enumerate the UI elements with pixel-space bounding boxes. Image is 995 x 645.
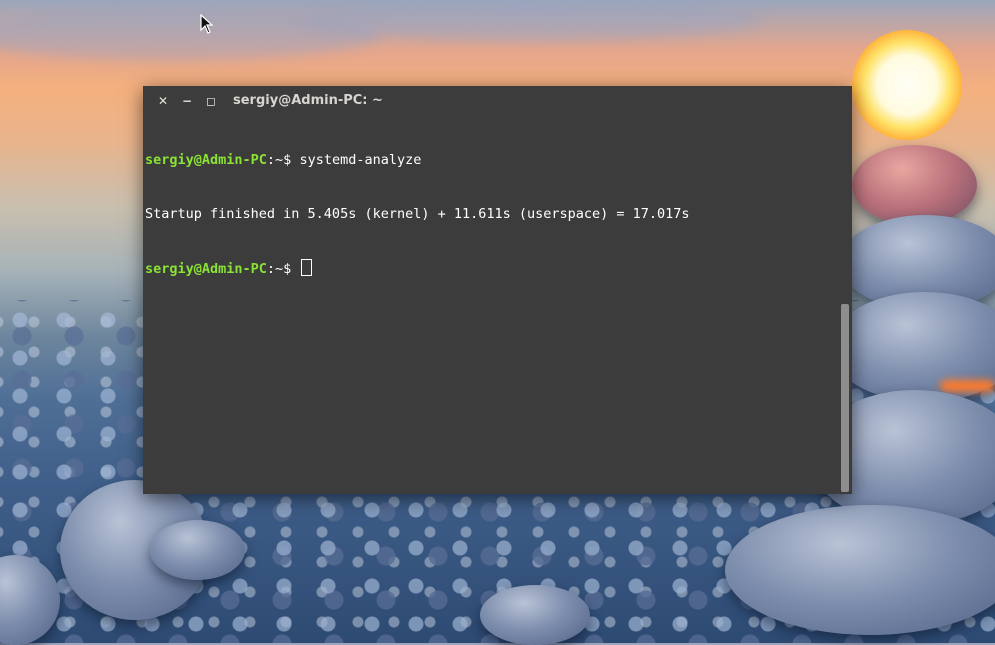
output-line: Startup finished in 5.405s (kernel) + 11… — [145, 206, 690, 222]
prompt-user: sergiy@Admin-PC — [145, 261, 267, 277]
scrollbar-thumb[interactable] — [841, 304, 849, 492]
wallpaper-stone — [725, 505, 995, 635]
mouse-pointer-icon — [200, 14, 214, 34]
wallpaper-stone — [852, 145, 977, 225]
wallpaper-cloud — [300, 0, 760, 40]
text-caret — [301, 259, 313, 276]
command-line: sergiy@Admin-PC:~$ systemd-analyze — [145, 151, 838, 169]
wallpaper-stone — [150, 520, 245, 580]
window-title: sergiy@Admin-PC: ~ — [233, 93, 383, 108]
wallpaper-stone — [480, 585, 590, 645]
minimize-icon[interactable]: − — [175, 86, 199, 115]
command-text: systemd-analyze — [299, 152, 422, 168]
prompt-user: sergiy@Admin-PC — [145, 152, 267, 168]
wallpaper-glow — [940, 380, 995, 392]
close-icon[interactable]: ✕ — [151, 86, 175, 115]
terminal-output-area[interactable]: sergiy@Admin-PC:~$ systemd-analyze Start… — [145, 115, 838, 494]
terminal-scrollbar[interactable] — [840, 115, 852, 494]
maximize-icon[interactable]: ◻ — [199, 86, 223, 115]
active-prompt-line[interactable]: sergiy@Admin-PC:~$ — [145, 259, 838, 277]
terminal-window[interactable]: ✕ − ◻ sergiy@Admin-PC: ~ sergiy@Admin-PC… — [143, 86, 852, 494]
terminal-titlebar[interactable]: ✕ − ◻ sergiy@Admin-PC: ~ — [143, 86, 852, 115]
wallpaper-sun — [852, 30, 962, 140]
prompt-path: :~$ — [266, 152, 300, 168]
prompt-path: :~$ — [266, 261, 300, 277]
